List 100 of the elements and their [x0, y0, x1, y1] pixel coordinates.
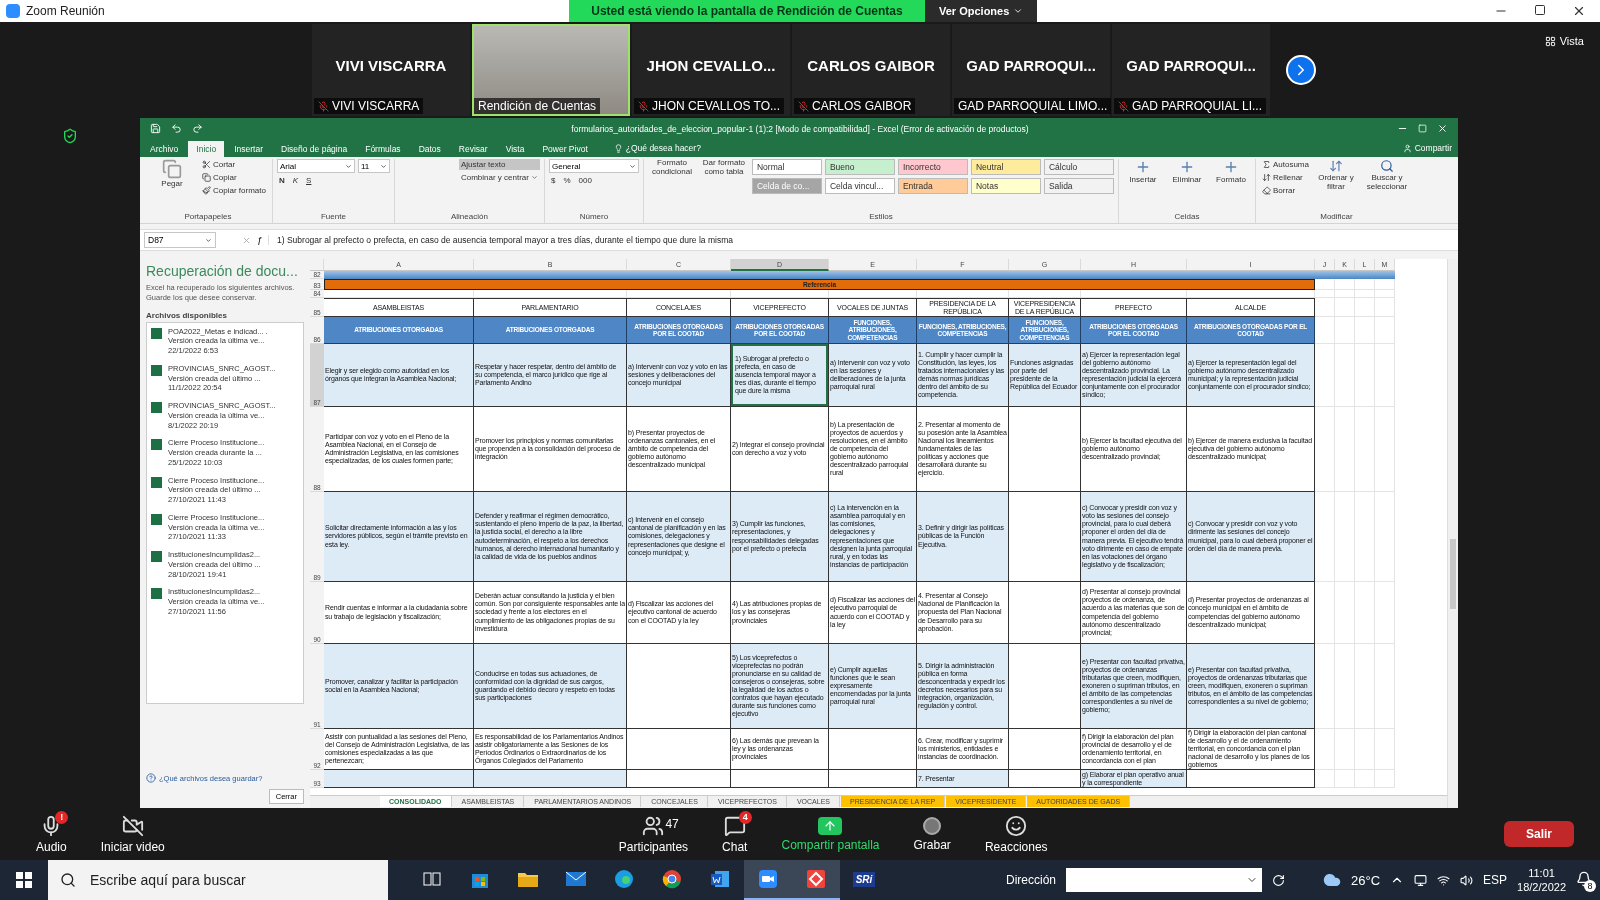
currency-button[interactable]: $	[548, 175, 558, 186]
notification-badge: !	[55, 810, 69, 824]
mail-icon	[565, 871, 587, 887]
cell-style-swatch[interactable]: Salida	[1043, 178, 1114, 194]
save-icon[interactable]	[150, 123, 161, 134]
language-indicator[interactable]: ESP	[1483, 873, 1508, 887]
ribbon-tab[interactable]: Revisar	[450, 141, 496, 157]
ribbon-tab[interactable]: Fórmulas	[357, 141, 409, 157]
cell-style-swatch[interactable]: Bueno	[824, 159, 895, 175]
redo-icon[interactable]	[192, 123, 203, 134]
meeting-control[interactable]: Grabar	[903, 816, 961, 852]
sort-filter-button[interactable]: Ordenar y filtrar	[1315, 159, 1357, 192]
participant-tile[interactable]: Rendición de Cuentas	[472, 24, 630, 116]
empty-cell	[1335, 770, 1355, 789]
thousands-button[interactable]: 000	[576, 175, 594, 186]
next-page-button[interactable]	[1286, 55, 1316, 85]
underline-button[interactable]: S	[304, 175, 314, 186]
empty-cell	[1375, 582, 1395, 644]
format-as-table-button[interactable]: Dar formato como tabla	[699, 159, 748, 177]
ribbon-tab[interactable]: Archivo	[142, 141, 187, 157]
participant-tile[interactable]: GAD PARROQUI... GAD PARROQUIAL LIMO...	[952, 24, 1110, 116]
percent-button[interactable]: %	[561, 175, 573, 186]
undo-icon[interactable]	[171, 123, 182, 134]
editing-button[interactable]: Autosuma	[1259, 159, 1311, 170]
clipboard-button[interactable]: Copiar formato	[200, 185, 268, 196]
italic-button[interactable]: K	[290, 175, 301, 186]
ribbon-tab[interactable]: Inicio	[188, 141, 225, 157]
tell-me-field[interactable]: ¿Qué desea hacer?	[625, 143, 701, 153]
cell-style-swatch[interactable]: Entrada	[897, 178, 968, 194]
ribbon-tab[interactable]: Diseño de página	[273, 141, 356, 157]
empty-cell	[1315, 582, 1335, 644]
empty-cell	[1375, 317, 1395, 344]
smiley-icon	[1005, 814, 1028, 837]
share-button[interactable]: Compartir	[1396, 142, 1458, 154]
ribbon-tab[interactable]: Vista	[497, 141, 533, 157]
spreadsheet-file-icon	[151, 588, 162, 600]
font-name-dropdown[interactable]: Arial	[276, 159, 355, 173]
windows-logo-icon[interactable]	[16, 872, 32, 888]
wrap-text-button[interactable]: Ajustar texto	[458, 159, 540, 170]
merge-center-button[interactable]: Combinar y centrar	[458, 172, 540, 183]
clock[interactable]: 11:01 18/2/2022	[1517, 865, 1566, 895]
maximize-icon[interactable]	[1534, 4, 1546, 16]
speaker-icon[interactable]	[1460, 873, 1474, 887]
participant-label: JHON CEVALLOS TO...	[634, 98, 785, 114]
empty-cell	[1375, 770, 1395, 789]
refresh-icon[interactable]	[1272, 873, 1285, 887]
insert-function-button[interactable]: ƒ	[257, 235, 262, 245]
editing-button[interactable]: Borrar	[1259, 185, 1311, 196]
copy-icon	[202, 173, 211, 182]
share-screen-icon	[818, 816, 843, 835]
bold-button[interactable]: N	[276, 175, 287, 186]
ribbon-tab[interactable]: Datos	[410, 141, 449, 157]
editing-button[interactable]: Rellenar	[1259, 172, 1311, 183]
cell-style-swatch[interactable]: Celda vincul...	[824, 178, 895, 194]
formula-field[interactable]: 1) Subrogar al prefecto o prefecta, en caso de ausencia temporal mayor a tres días, durante el tiempo que dure la misma	[268, 235, 733, 245]
meeting-control[interactable]: Reacciones	[974, 814, 1058, 854]
name-box[interactable]: D87	[144, 232, 216, 248]
notifications-icon[interactable]	[1576, 870, 1592, 887]
search-icon	[1380, 159, 1394, 173]
ribbon-tab[interactable]: Power Pivot	[534, 141, 596, 157]
participant-tile[interactable]: VIVI VISCARRA VIVI VISCARRA	[312, 24, 470, 116]
chevron-down-icon	[344, 162, 352, 170]
taskbar-app[interactable]	[792, 860, 840, 900]
ribbon-tab[interactable]: Insertar	[226, 141, 271, 157]
leave-button[interactable]: Salir	[1504, 821, 1574, 847]
meeting-control[interactable]: Compartir pantalla	[771, 816, 890, 852]
clipboard-button[interactable]: Copiar	[200, 172, 268, 183]
conditional-format-button[interactable]: Formato condicional	[647, 159, 696, 177]
group-label: Celdas	[1173, 212, 1201, 223]
close-icon[interactable]	[1572, 4, 1586, 18]
taskbar-app[interactable]	[744, 860, 792, 900]
clipboard-button[interactable]: Cortar	[200, 159, 268, 170]
spreadsheet-file-icon	[151, 327, 162, 339]
participant-tile[interactable]: GAD PARROQUI... GAD PARROQUIAL LI...	[1112, 24, 1270, 116]
number-format-dropdown[interactable]: General	[548, 159, 639, 173]
cells-button[interactable]: Formato	[1210, 159, 1251, 185]
network-icon[interactable]	[1437, 873, 1451, 887]
cells-button[interactable]: Insertar	[1122, 159, 1163, 185]
find-select-button[interactable]: Buscar y seleccionar	[1361, 159, 1413, 192]
cell-style-swatch[interactable]: Normal	[751, 159, 822, 175]
meeting-control[interactable]: Iniciar video	[90, 814, 175, 854]
cell-style-swatch[interactable]: Incorrecto	[897, 159, 968, 175]
search-field[interactable]: Escribe aquí para buscar	[48, 860, 388, 900]
scrollbar-thumb[interactable]	[1450, 539, 1456, 609]
cell-style-swatch[interactable]: Notas	[970, 178, 1041, 194]
cells-button[interactable]: Eliminar	[1166, 159, 1207, 185]
taskbar-app[interactable]: SRi	[840, 860, 888, 900]
cell-style-swatch[interactable]: Cálculo	[1043, 159, 1114, 175]
view-options-button[interactable]: Ver Opciones	[925, 0, 1038, 22]
font-size-dropdown[interactable]: 11	[357, 159, 390, 173]
cell-style-swatch[interactable]: Neutral	[970, 159, 1041, 175]
sigma-icon	[1261, 160, 1271, 169]
participant-label: VIVI VISCARRA	[314, 98, 424, 114]
participant-tile[interactable]: JHON CEVALLO... JHON CEVALLOS TO...	[632, 24, 790, 116]
participant-tile[interactable]: CARLOS GAIBOR CARLOS GAIBOR	[792, 24, 950, 116]
paste-button[interactable]: Pegar	[148, 159, 196, 189]
meeting-control[interactable]: 47 Participantes	[608, 814, 699, 854]
address-field[interactable]	[1066, 868, 1262, 892]
view-button[interactable]: Vista	[1538, 34, 1590, 48]
lightbulb-icon	[613, 143, 623, 153]
